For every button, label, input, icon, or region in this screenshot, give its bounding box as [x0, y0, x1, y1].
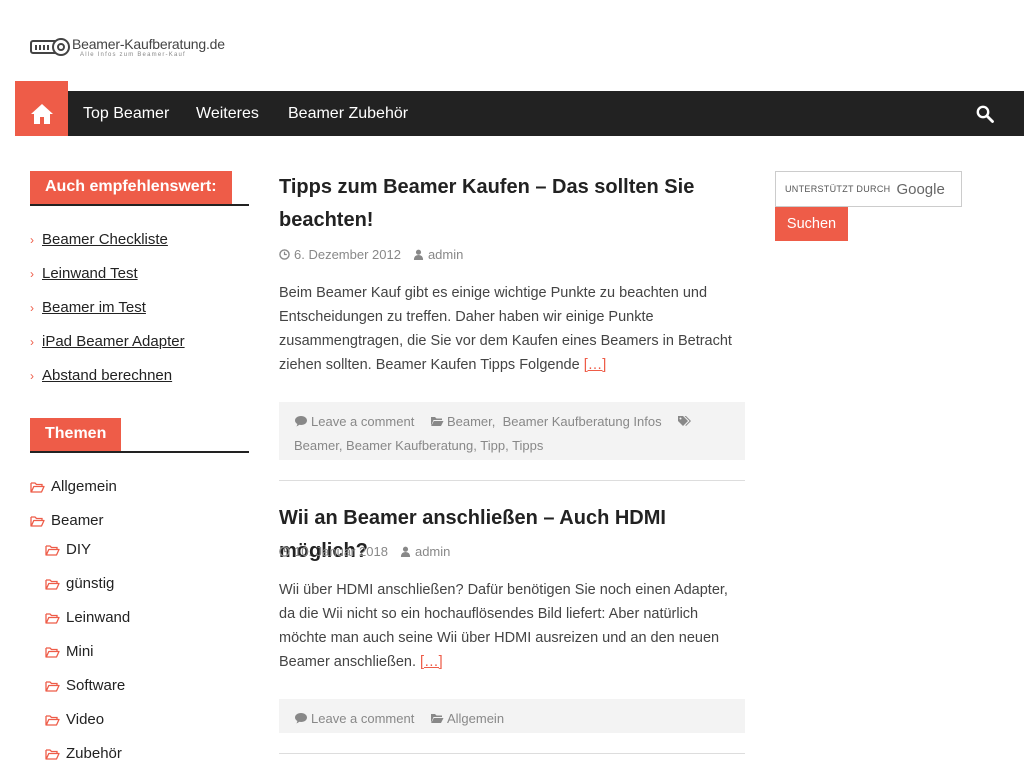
main-navigation: Top Beamer Weiteres Beamer Zubehör — [15, 81, 1024, 136]
category-label[interactable]: Mini — [66, 643, 94, 660]
category-item[interactable]: Video — [45, 711, 104, 728]
nav-item-beamer-zubehoer[interactable]: Beamer Zubehör — [288, 91, 408, 136]
category-link[interactable]: Beamer — [447, 414, 492, 429]
folder-open-icon — [45, 748, 60, 760]
user-icon — [400, 546, 411, 557]
post-date[interactable]: 10. Januar 2018 — [294, 544, 388, 559]
category-label[interactable]: Software — [66, 677, 125, 694]
comment-icon — [295, 416, 307, 427]
chevron-right-icon: › — [30, 232, 34, 247]
widget-heading-recommended: Auch empfehlenswert: — [30, 171, 249, 206]
category-item[interactable]: Beamer — [30, 512, 104, 529]
chevron-right-icon: › — [30, 300, 34, 315]
read-more-link[interactable]: […] — [584, 357, 607, 373]
user-icon — [413, 249, 424, 260]
post-divider — [279, 753, 745, 754]
search-icon[interactable] — [976, 105, 994, 123]
clock-icon — [279, 249, 290, 260]
home-icon — [30, 103, 53, 124]
tag-link[interactable]: Tipps — [512, 438, 543, 453]
widget-title: Auch empfehlenswert: — [30, 171, 232, 204]
post-footer: Leave a comment Allgemein — [279, 699, 745, 733]
leave-comment-link[interactable]: Leave a comment — [311, 711, 414, 726]
category-item[interactable]: günstig — [45, 575, 114, 592]
search-powered-by: UNTERSTÜTZT DURCH — [785, 184, 891, 194]
post-author[interactable]: admin — [428, 247, 463, 262]
nav-item-weiteres[interactable]: Weiteres — [196, 91, 259, 136]
projector-icon — [30, 36, 70, 58]
site-title: Beamer-Kaufberatung.de — [72, 36, 225, 52]
category-label[interactable]: günstig — [66, 575, 114, 592]
category-label[interactable]: Video — [66, 711, 104, 728]
category-label[interactable]: Leinwand — [66, 609, 130, 626]
folder-open-icon — [430, 417, 444, 426]
chevron-right-icon: › — [30, 266, 34, 281]
folder-open-icon — [45, 646, 60, 658]
google-logo: Google — [896, 180, 945, 198]
post-title[interactable]: Tipps zum Beamer Kaufen – Das sollten Si… — [279, 171, 745, 237]
category-item[interactable]: Leinwand — [45, 609, 130, 626]
post-footer: Leave a comment Beamer, Beamer Kaufberat… — [279, 402, 745, 460]
search-button[interactable]: Suchen — [775, 207, 848, 241]
category-label[interactable]: Beamer — [51, 512, 104, 529]
post-date[interactable]: 6. Dezember 2012 — [294, 247, 401, 262]
post-meta: 6. Dezember 2012 admin — [279, 247, 463, 262]
leave-comment-link[interactable]: Leave a comment — [311, 414, 414, 429]
post-excerpt: Wii über HDMI anschließen? Dafür benötig… — [279, 582, 728, 670]
category-link[interactable]: Allgemein — [447, 711, 504, 726]
category-item[interactable]: Allgemein — [30, 478, 117, 495]
chevron-right-icon: › — [30, 334, 34, 349]
comment-icon — [295, 713, 307, 724]
search-input[interactable]: UNTERSTÜTZT DURCH Google — [775, 171, 962, 207]
category-label[interactable]: Zubehör — [66, 745, 122, 762]
post-excerpt: Beim Beamer Kauf gibt es einige wichtige… — [279, 285, 732, 373]
folder-open-icon — [430, 714, 444, 723]
sidebar-link-beamer-im-test[interactable]: › Beamer im Test — [30, 299, 146, 316]
folder-open-icon — [45, 714, 60, 726]
site-tagline: Alle Infos zum Beamer-Kauf — [80, 52, 186, 58]
widget-title: Themen — [30, 418, 122, 451]
post-meta: 10. Januar 2018 admin — [279, 544, 450, 559]
folder-open-icon — [30, 481, 45, 493]
folder-open-icon — [45, 680, 60, 692]
tags-icon — [678, 416, 692, 426]
sidebar-link-ipad-adapter[interactable]: › iPad Beamer Adapter — [30, 333, 185, 350]
category-item[interactable]: Software — [45, 677, 125, 694]
read-more-link[interactable]: […] — [420, 654, 443, 670]
tag-link[interactable]: Beamer — [294, 438, 339, 453]
clock-icon — [279, 546, 290, 557]
post-author[interactable]: admin — [415, 544, 450, 559]
chevron-right-icon: › — [30, 368, 34, 383]
post-divider — [279, 480, 745, 481]
nav-item-top-beamer[interactable]: Top Beamer — [83, 91, 169, 136]
category-item[interactable]: Mini — [45, 643, 94, 660]
tag-link[interactable]: Tipp — [480, 438, 505, 453]
sidebar-link-abstand[interactable]: › Abstand berechnen — [30, 367, 172, 384]
folder-open-icon — [45, 544, 60, 556]
widget-heading-themes: Themen — [30, 418, 249, 453]
folder-open-icon — [30, 515, 45, 527]
category-label[interactable]: Allgemein — [51, 478, 117, 495]
sidebar-link-checkliste[interactable]: › Beamer Checkliste — [30, 231, 168, 248]
sidebar-link-leinwand-test[interactable]: › Leinwand Test — [30, 265, 138, 282]
nav-home-button[interactable] — [15, 81, 68, 136]
tag-link[interactable]: Beamer Kaufberatung — [346, 438, 473, 453]
category-item[interactable]: DIY — [45, 541, 91, 558]
site-logo[interactable]: Beamer-Kaufberatung.de Alle Infos zum Be… — [30, 36, 225, 59]
folder-open-icon — [45, 612, 60, 624]
folder-open-icon — [45, 578, 60, 590]
category-item[interactable]: Zubehör — [45, 745, 122, 762]
category-label[interactable]: DIY — [66, 541, 91, 558]
category-link[interactable]: Beamer Kaufberatung Infos — [503, 414, 662, 429]
